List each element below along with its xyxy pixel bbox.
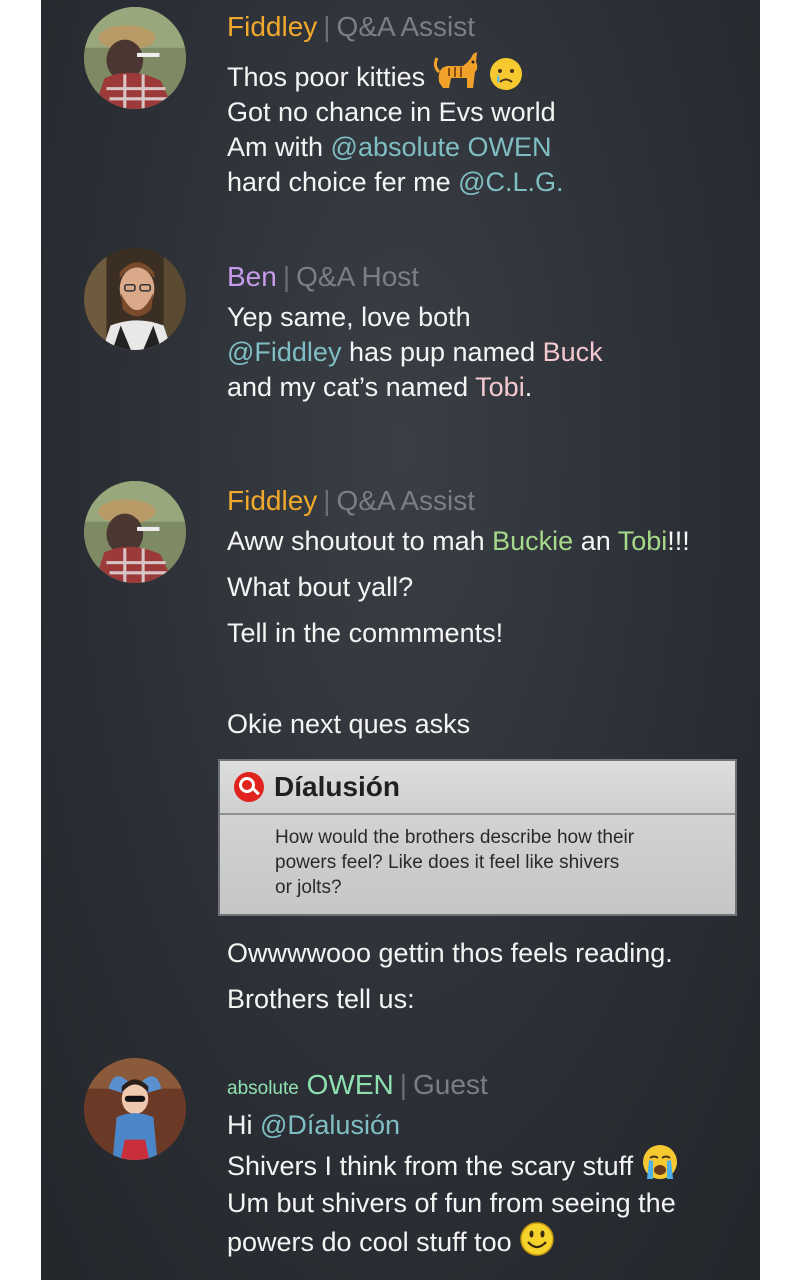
user-role: Q&A Assist [336, 485, 476, 516]
username-prefix[interactable]: absolute [227, 1078, 299, 1099]
pet-name: Buckie [492, 526, 574, 556]
message-line: Brothers tell us: [227, 984, 415, 1014]
message-line: Aww shoutout to mah Buckie an Tobi!!! [227, 524, 690, 559]
message-line: powers do cool stuff too [227, 1221, 555, 1266]
message-text: and my cat’s named [227, 372, 476, 402]
fiddley-avatar[interactable] [84, 481, 186, 583]
cat-emoji [433, 48, 481, 101]
fiddley-avatar-image [84, 7, 186, 109]
message-line: Thos poor kitties [227, 48, 524, 101]
separator: | [282, 261, 291, 292]
mention-link[interactable]: @Díalusión [260, 1110, 400, 1140]
fiddley-avatar-image [84, 481, 186, 583]
message-line: Okie next ques asks [227, 709, 471, 739]
post-1-header: Fiddley | Q&A Assist [227, 10, 475, 44]
smiley-face-emoji [519, 1221, 555, 1266]
message-text: Aww shoutout to mah [227, 526, 493, 556]
message-text: Shivers I think from the scary stuff [227, 1151, 634, 1181]
question-text: How would the brothers describe how thei… [275, 827, 635, 898]
question-card[interactable]: Díalusión How would the brothers describ… [218, 759, 737, 916]
message-line: Um but shivers of fun from seeing the [227, 1188, 676, 1218]
owen-avatar[interactable] [84, 1058, 186, 1160]
post-3-header: Fiddley | Q&A Assist [227, 484, 475, 518]
username[interactable]: OWEN [307, 1069, 394, 1100]
message-text: Thos poor kitties [227, 62, 426, 92]
message-text: . [524, 372, 533, 402]
chat-panel: Fiddley | Q&A Assist Thos poor kitties Got… [41, 0, 760, 1280]
message-line: Owwwwooo gettin thos feels reading. [227, 938, 673, 968]
message-line: Am with @absolute OWEN [227, 130, 552, 165]
username[interactable]: Ben [227, 261, 277, 292]
question-logo-icon [234, 772, 264, 802]
message-line: Yep same, love both [227, 302, 471, 332]
loudly-crying-face-emoji [641, 1143, 679, 1190]
message-text: hard choice fer me [227, 167, 459, 197]
separator: | [399, 1069, 408, 1100]
pet-name: Tobi [475, 372, 525, 402]
post-4-header: absolute OWEN | Guest [227, 1068, 488, 1106]
message-text: has pup named [341, 337, 543, 367]
message-line: Shivers I think from the scary stuff [227, 1143, 679, 1190]
message-line: Got no chance in Evs world [227, 97, 556, 127]
mention-link[interactable]: @Fiddley [227, 337, 341, 367]
message-text: Am with [227, 132, 331, 162]
ben-avatar[interactable] [84, 248, 186, 350]
user-role: Q&A Host [296, 261, 420, 292]
ben-avatar-image [84, 248, 186, 350]
user-role: Q&A Assist [336, 11, 476, 42]
username[interactable]: Fiddley [227, 11, 317, 42]
message-text: !!! [667, 526, 690, 556]
message-text: Hi [227, 1110, 260, 1140]
message-line: Hi @Díalusión [227, 1108, 400, 1143]
message-text: an [573, 526, 618, 556]
username[interactable]: Fiddley [227, 485, 317, 516]
message-line: hard choice fer me @C.L.G. [227, 165, 564, 200]
pet-name: Buck [542, 337, 603, 367]
post-2-header: Ben | Q&A Host [227, 260, 419, 294]
pet-name: Tobi [617, 526, 668, 556]
separator: | [323, 11, 331, 42]
message-line: and my cat’s named Tobi. [227, 370, 532, 405]
message-line: Tell in the commments! [227, 618, 504, 648]
fiddley-avatar[interactable] [84, 7, 186, 109]
mention-link[interactable]: @absolute OWEN [331, 132, 552, 162]
owen-avatar-image [84, 1058, 186, 1160]
question-asker: Díalusión [274, 771, 401, 802]
user-role: Guest [413, 1069, 488, 1100]
message-line: @Fiddley has pup named Buck [227, 335, 603, 370]
message-text: powers do cool stuff too [227, 1227, 512, 1257]
message-line: What bout yall? [227, 572, 414, 602]
separator: | [323, 485, 331, 516]
question-card-header: Díalusión [220, 761, 735, 815]
mention-link[interactable]: @C.L.G. [458, 167, 563, 197]
